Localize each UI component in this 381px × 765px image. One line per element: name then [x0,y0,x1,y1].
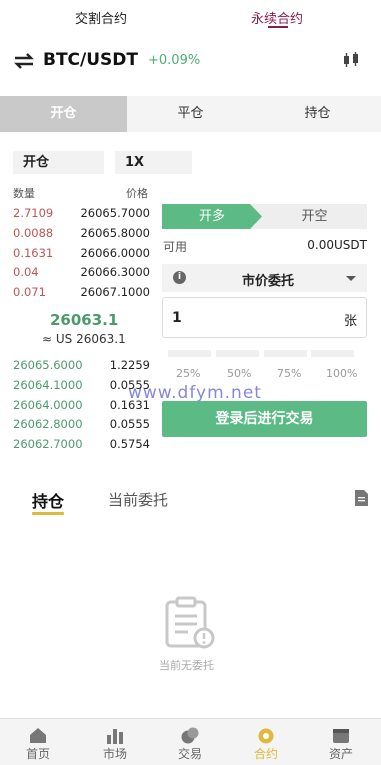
tabbar-label: 资产 [328,747,353,761]
ask-qty: 0.0088 [13,226,54,240]
ask-qty: 0.04 [13,265,39,279]
active-tab-indicator [32,512,64,515]
orderbook-price-header: 价格 [126,187,148,200]
tab-perpetual-contract[interactable]: 永续合约 [251,8,303,27]
tabbar-item-home[interactable]: 首页 [10,719,66,765]
bid-qty: 0.0555 [109,417,150,431]
bottom-tab-bar: 首页 市场 交易 合约 资产 [0,718,381,765]
percent-label-75[interactable]: 75% [277,367,301,380]
tabbar-item-contract[interactable]: 合约 [238,719,294,765]
ask-price: 26067.1000 [80,285,150,299]
bid-row[interactable]: 26062.8000 0.0555 [13,417,150,437]
percent-label-25[interactable]: 25% [176,367,200,380]
ask-qty: 0.1631 [13,246,54,260]
available-label: 可用 [163,240,188,254]
quantity-unit: 张 [343,314,357,329]
bid-price: 26064.0000 [13,398,83,412]
ask-price: 26066.0000 [80,246,150,260]
bid-row[interactable]: 26065.6000 1.2259 [13,358,150,378]
percent-bar-25[interactable] [168,350,211,357]
price-change: +0.09% [148,53,201,68]
order-type-label: 市价委托 [242,274,295,289]
tabbar-item-trade[interactable]: 交易 [162,719,218,765]
percent-bar-50[interactable] [216,350,259,357]
tab-delivery-contract[interactable]: 交割合约 [75,8,127,27]
bid-price: 26062.8000 [13,417,83,431]
login-to-trade-button[interactable]: 登录后进行交易 [162,401,367,437]
ask-row[interactable]: 0.0088 26065.8000 [13,226,150,246]
trade-icon [181,727,199,744]
orderbook-qty-header: 数量 [13,187,35,200]
ask-price: 26066.3000 [80,265,150,279]
info-icon[interactable]: i [173,271,186,284]
ask-price: 26065.7000 [80,206,150,220]
market-icon [107,729,123,744]
tabbar-item-assets[interactable]: 资产 [313,719,369,765]
available-balance: 0.00USDT [307,238,367,252]
contract-type-tabs: 交割合约 永续合约 [0,0,381,34]
tabbar-label: 市场 [102,747,127,761]
chevron-down-icon [346,276,356,281]
document-icon[interactable] [355,490,368,506]
side-toggle: 开多 开空 [162,204,367,229]
percent-label-50[interactable]: 50% [227,367,251,380]
active-tab-indicator [268,26,288,28]
quantity-input[interactable]: 1 张 [162,297,367,338]
percent-bar-75[interactable] [264,350,307,357]
percent-bar-100[interactable] [311,350,354,357]
percent-label-100[interactable]: 100% [326,367,357,380]
position-tabs: 持仓 当前委托 [0,480,381,520]
tab-close-position[interactable]: 平仓 [127,96,254,132]
tab-holdings[interactable]: 持仓 [254,96,381,132]
trade-mode-tabs: 开仓 平仓 持仓 [0,96,381,132]
contract-icon [258,728,274,744]
last-price-usd: ≈ US 26063.1 [42,332,126,346]
tab-open-orders[interactable]: 当前委托 [108,489,168,510]
pair-symbol[interactable]: BTC/USDT [43,50,138,70]
home-icon [30,728,46,743]
candlestick-chart-icon[interactable] [342,52,360,68]
last-price: 26063.1 [50,311,119,329]
leverage-select[interactable]: 1X [115,151,192,174]
watermark: www.dfym.net [128,383,262,403]
swap-icon[interactable] [13,52,35,70]
ask-row[interactable]: 2.7109 26065.7000 [13,206,150,226]
tabbar-item-market[interactable]: 市场 [87,719,143,765]
bid-row[interactable]: 26062.7000 0.5754 [13,437,150,457]
empty-clipboard-icon [165,596,215,649]
order-type-select[interactable]: i 市价委托 [162,264,367,292]
open-long-button[interactable]: 开多 [162,204,262,229]
pair-header: BTC/USDT +0.09% [0,44,381,78]
ask-qty: 0.071 [13,285,46,299]
wallet-icon [333,729,349,743]
tab-open-position[interactable]: 开仓 [0,96,127,132]
open-short-button[interactable]: 开空 [262,204,367,229]
bid-qty: 1.2259 [109,358,150,372]
tabbar-label: 合约 [253,747,278,761]
bid-price: 26065.6000 [13,358,83,372]
tabbar-label: 首页 [25,747,50,761]
bid-price: 26062.7000 [13,437,83,451]
ask-price: 26065.8000 [80,226,150,240]
empty-state-text: 当前无委托 [159,659,214,672]
ask-row[interactable]: 0.04 26066.3000 [13,265,150,285]
margin-mode-select[interactable]: 开仓 [13,151,104,174]
tab-positions[interactable]: 持仓 [32,488,64,512]
bid-qty: 0.5754 [109,437,150,451]
ask-row[interactable]: 0.1631 26066.0000 [13,246,150,266]
ask-row[interactable]: 0.071 26067.1000 [13,285,150,305]
bid-price: 26064.1000 [13,378,83,392]
quantity-value: 1 [172,310,182,326]
tabbar-label: 交易 [177,747,202,761]
ask-qty: 2.7109 [13,206,54,220]
